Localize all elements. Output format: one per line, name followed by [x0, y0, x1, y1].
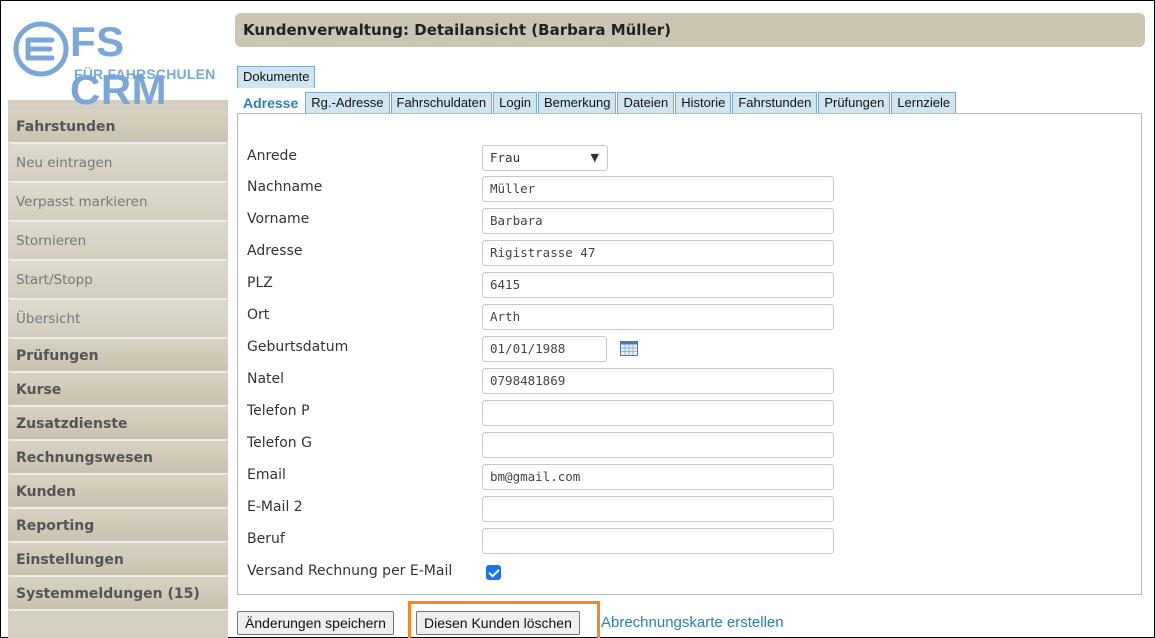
ort-input[interactable]: Arth [482, 304, 834, 330]
sidebar-item-fahrstunden[interactable]: Fahrstunden [8, 110, 228, 144]
row-adresse: Adresse Rigistrasse 47 [247, 240, 1127, 266]
vorname-input[interactable]: Barbara [482, 208, 834, 234]
beruf-label: Beruf [247, 531, 285, 547]
sidebar-item-zusatzdienste[interactable]: Zusatzdienste [8, 407, 228, 441]
calendar-icon[interactable] [620, 341, 638, 356]
sidebar-item-prüfungen[interactable]: Prüfungen [8, 339, 228, 373]
nachname-label: Nachname [247, 179, 323, 195]
sidebar-menu: Fahrstunden Neu eintragen Verpasst markier… [8, 110, 228, 611]
sidebar-item-kurse[interactable]: Kurse [8, 373, 228, 407]
row-geburtsdatum: Geburtsdatum 01/01/1988 [247, 336, 1127, 362]
email-label: Email [247, 467, 286, 483]
anrede-value: Frau [490, 150, 521, 165]
telefon-p-label: Telefon P [247, 403, 310, 419]
delete-customer-button[interactable]: Diesen Kunden löschen [416, 611, 580, 635]
natel-input[interactable]: 0798481869 [482, 368, 834, 394]
logo-subtitle: FÜR FAHRSCHULEN [74, 66, 216, 82]
row-email: Email bm@gmail.com [247, 464, 1127, 490]
anrede-select[interactable]: Frau ▼ [482, 145, 608, 171]
beruf-input[interactable] [482, 528, 834, 554]
sidebar-item-stornieren[interactable]: Stornieren [8, 222, 228, 261]
row-beruf: Beruf [247, 528, 1127, 554]
tab-rg-adresse[interactable]: Rg.-Adresse [305, 92, 390, 114]
anrede-label: Anrede [247, 148, 298, 164]
tab-row-2: Adresse Rg.-Adresse Fahrschuldaten Login Bem… [237, 92, 957, 114]
tab-fahrstunden[interactable]: Fahrstunden [732, 92, 818, 114]
tab-bemerkung[interactable]: Bemerkung [537, 92, 617, 114]
row-telefon-p: Telefon P [247, 400, 1127, 426]
tab-prüfungen[interactable]: Prüfungen [818, 92, 891, 114]
telefon-g-label: Telefon G [247, 435, 312, 451]
tab-row-1: Dokumente [237, 66, 316, 88]
sidebar-item-reporting[interactable]: Reporting [8, 509, 228, 543]
logo: FS CRM FÜR FAHRSCHULEN [8, 8, 228, 113]
sidebar-item-kunden[interactable]: Kunden [8, 475, 228, 509]
row-telefon-g: Telefon G [247, 432, 1127, 458]
versand-label: Versand Rechnung per E-Mail [247, 563, 453, 579]
nachname-input[interactable]: Müller [482, 176, 834, 202]
geburtsdatum-input[interactable]: 01/01/1988 [482, 336, 607, 362]
email2-input[interactable] [482, 496, 834, 522]
versand-checkbox[interactable] [486, 565, 501, 580]
sidebar-item-start-stopp[interactable]: Start/Stopp [8, 261, 228, 300]
tab-historie[interactable]: Historie [675, 92, 732, 114]
page-title: Kundenverwaltung: Detailansicht (Barbara… [243, 21, 672, 39]
row-versand: Versand Rechnung per E-Mail [247, 560, 1127, 584]
tab-fahrschuldaten[interactable]: Fahrschuldaten [390, 92, 493, 114]
tab-lernziele[interactable]: Lernziele [891, 92, 957, 114]
save-button[interactable]: Änderungen speichern [237, 611, 394, 635]
sidebar-item-einstellungen[interactable]: Einstellungen [8, 543, 228, 577]
plz-input[interactable]: 6415 [482, 272, 834, 298]
sidebar-item-verpasst-markieren[interactable]: Verpasst markieren [8, 183, 228, 222]
address-form: Anrede Frau ▼ Nachname Müller Vorname Ba… [237, 113, 1142, 595]
page-header: Kundenverwaltung: Detailansicht (Barbara… [235, 13, 1145, 47]
tab-login[interactable]: Login [493, 92, 537, 114]
sidebar-item-übersicht[interactable]: Übersicht [8, 300, 228, 339]
vorname-label: Vorname [247, 211, 310, 227]
row-natel: Natel 0798481869 [247, 368, 1127, 394]
fs-logo-icon [13, 21, 69, 77]
sidebar-item-neu-eintragen[interactable]: Neu eintragen [8, 144, 228, 183]
sidebar-item-rechnungswesen[interactable]: Rechnungswesen [8, 441, 228, 475]
plz-label: PLZ [247, 275, 273, 291]
ort-label: Ort [247, 307, 270, 323]
adresse-label: Adresse [247, 243, 303, 259]
chevron-down-icon: ▼ [590, 151, 599, 164]
natel-label: Natel [247, 371, 285, 387]
sidebar-item-systemmeldungen-15[interactable]: Systemmeldungen (15) [8, 577, 228, 611]
tab-dateien[interactable]: Dateien [617, 92, 675, 114]
row-nachname: Nachname Müller [247, 176, 1127, 202]
tab-dokumente[interactable]: Dokumente [237, 66, 316, 88]
create-billing-card-link[interactable]: Abrechnungskarte erstellen [601, 612, 784, 634]
row-anrede: Anrede Frau ▼ [247, 145, 1127, 171]
telefon-g-input[interactable] [482, 432, 834, 458]
telefon-p-input[interactable] [482, 400, 834, 426]
adresse-input[interactable]: Rigistrasse 47 [482, 240, 834, 266]
row-plz: PLZ 6415 [247, 272, 1127, 298]
geburtsdatum-label: Geburtsdatum [247, 339, 349, 355]
row-email2: E-Mail 2 [247, 496, 1127, 522]
tab-adresse[interactable]: Adresse [237, 92, 305, 114]
email2-label: E-Mail 2 [247, 499, 303, 515]
row-vorname: Vorname Barbara [247, 208, 1127, 234]
row-ort: Ort Arth [247, 304, 1127, 330]
sidebar: FS CRM FÜR FAHRSCHULEN Fahrstunden Neu ei… [8, 8, 228, 638]
email-input[interactable]: bm@gmail.com [482, 464, 834, 490]
